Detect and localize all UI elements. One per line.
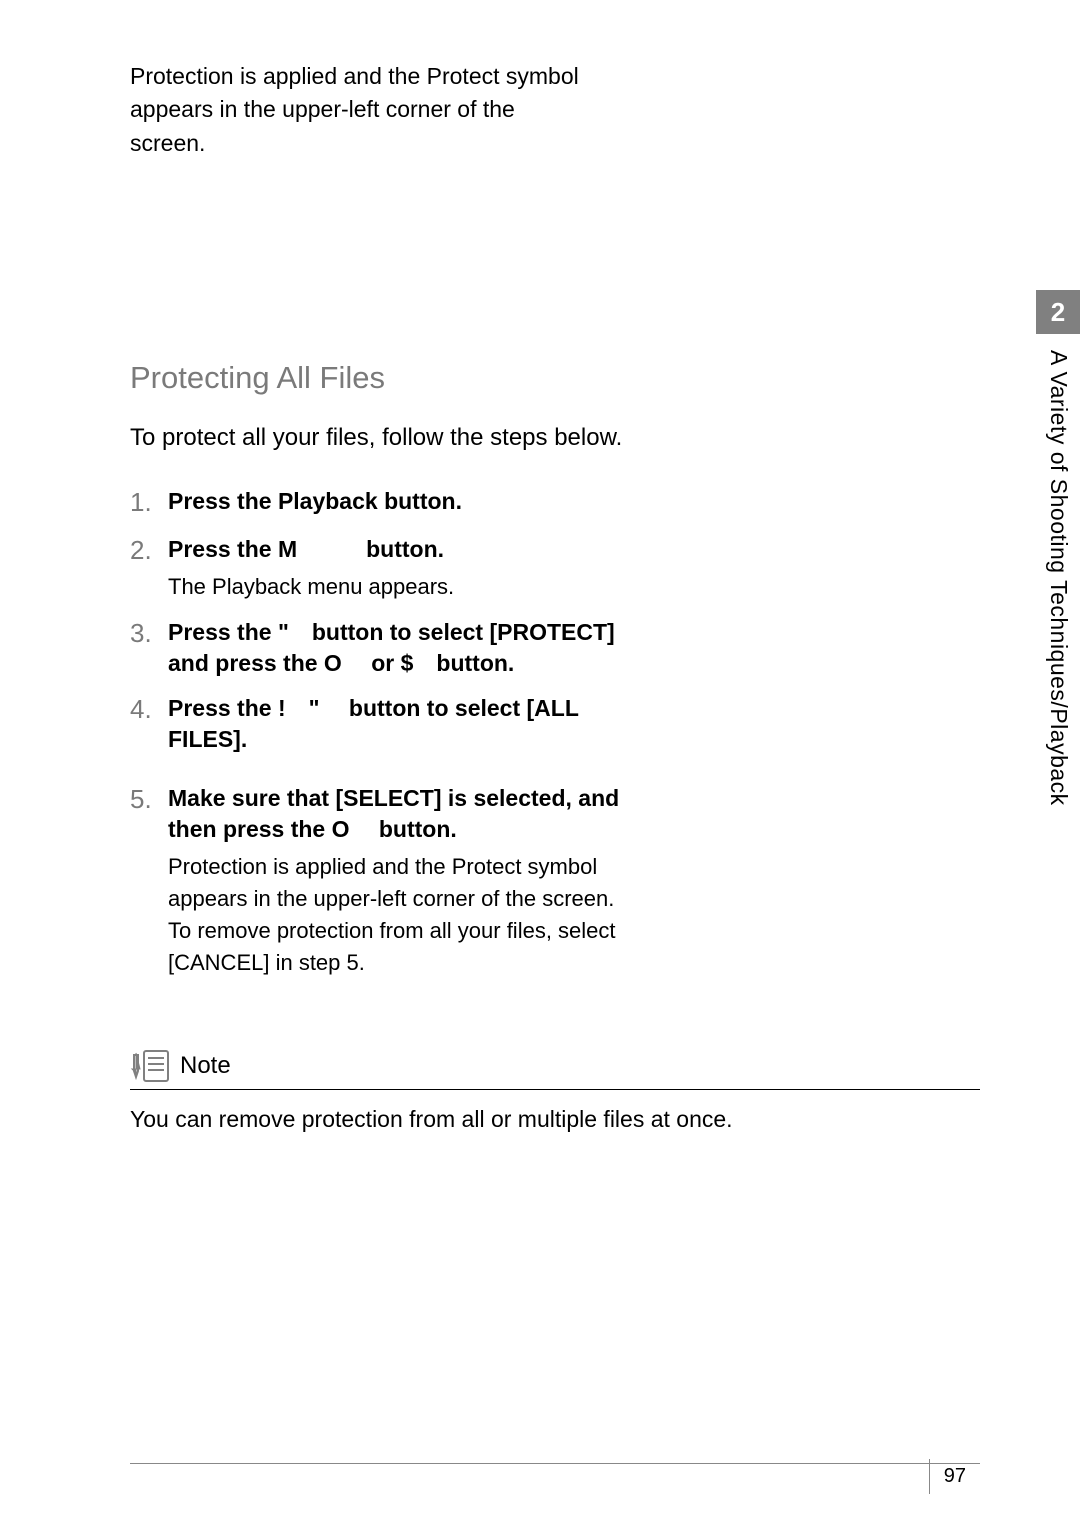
- note-icon: [130, 1049, 170, 1083]
- step-title: Press the ! " button to select [ALL FILE…: [168, 693, 628, 755]
- step-number: 1.: [130, 486, 168, 520]
- steps-list: 1. Press the Playback button. 2. Press t…: [130, 486, 980, 979]
- step-item: 2. Press the M button. The Playback menu…: [130, 534, 980, 603]
- page-footer: 97: [130, 1463, 980, 1488]
- section-description: To protect all your files, follow the st…: [130, 424, 980, 452]
- footer-divider: [130, 1463, 980, 1464]
- intro-paragraph: Protection is applied and the Protect sy…: [130, 60, 590, 160]
- chapter-tab: 2: [1036, 290, 1080, 334]
- step-subtext: The Playback menu appears.: [168, 571, 628, 603]
- section-title: Protecting All Files: [130, 360, 980, 396]
- step-subtext: Protection is applied and the Protect sy…: [168, 851, 628, 979]
- step-number: 2.: [130, 534, 168, 603]
- note-text: You can remove protection from all or mu…: [130, 1106, 980, 1133]
- page-root: Protection is applied and the Protect sy…: [0, 0, 1080, 1528]
- page-number: 97: [929, 1459, 980, 1494]
- step-item: 1. Press the Playback button.: [130, 486, 980, 520]
- step-title: Press the " button to select [PROTECT] a…: [168, 617, 628, 679]
- step-item: 5. Make sure that [SELECT] is selected, …: [130, 783, 980, 979]
- note-divider: [130, 1089, 980, 1090]
- side-chapter-label: A Variety of Shooting Techniques/Playbac…: [1045, 350, 1072, 806]
- step-number: 3.: [130, 617, 168, 679]
- step-number: 4.: [130, 693, 168, 755]
- step-item: 3. Press the " button to select [PROTECT…: [130, 617, 980, 679]
- step-title: Press the Playback button.: [168, 486, 628, 517]
- note-box: Note You can remove protection from all …: [130, 1049, 980, 1133]
- step-number: 5.: [130, 783, 168, 979]
- step-title: Press the M button.: [168, 534, 628, 565]
- step-item: 4. Press the ! " button to select [ALL F…: [130, 693, 980, 755]
- step-title: Make sure that [SELECT] is selected, and…: [168, 783, 628, 845]
- note-label: Note: [180, 1052, 231, 1080]
